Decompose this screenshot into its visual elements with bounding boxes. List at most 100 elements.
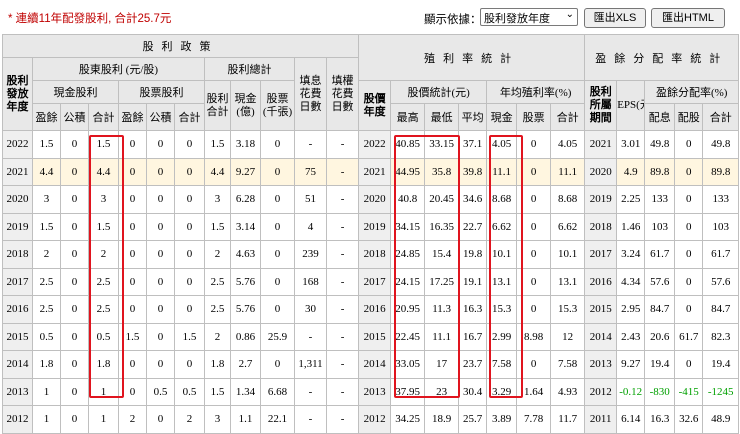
table-cell: 2013: [584, 350, 618, 379]
table-cell: 0: [118, 267, 147, 296]
table-row: 2021 4.4 0 4.4 0 0 0 4.4 9.27 0 75-2021 44.95 35.8 39…: [2, 157, 740, 186]
table-cell: 84.7: [702, 295, 740, 324]
table-cell: 2.5: [32, 267, 61, 296]
header-payout-cash: 配息: [644, 103, 676, 131]
table-cell: 0: [174, 157, 205, 186]
table-cell: 4: [294, 212, 327, 241]
header-avg: 平均: [458, 103, 488, 131]
table-cell: 2.95: [616, 295, 646, 324]
table-cell: 2: [32, 240, 61, 269]
table-cell: 1.5: [174, 322, 205, 351]
table-cell: 103: [644, 212, 676, 241]
table-cell: 239: [294, 240, 327, 269]
table-cell: 0: [146, 130, 175, 159]
table-cell: 4.9: [616, 157, 646, 186]
table-cell: 0: [146, 322, 175, 351]
table-cell: 22.45: [390, 322, 426, 351]
table-cell: -: [325, 240, 360, 269]
table-cell: 0: [60, 267, 89, 296]
table-cell: 0.5: [146, 377, 175, 406]
table-row: 2017 2.5 0 2.5 0 0 0 2.5 5.76 0 168-2017 24.15 17.25…: [2, 267, 740, 296]
table-cell: 2019: [584, 185, 618, 214]
table-cell: 0: [260, 240, 295, 269]
table-cell: -: [325, 130, 360, 159]
table-cell: 2016: [584, 267, 618, 296]
table-cell: 15.4: [424, 240, 460, 269]
table-cell: 2017: [358, 267, 392, 296]
table-cell: 2012: [358, 405, 392, 434]
table-cell: 2: [204, 240, 231, 269]
header-yield-cash: 現金: [486, 103, 518, 131]
table-cell: 25.9: [260, 322, 295, 351]
table-cell: -1245: [702, 377, 740, 406]
table-cell: 34.25: [390, 405, 426, 434]
table-cell: 0: [516, 157, 552, 186]
table-cell: 0: [146, 267, 175, 296]
table-cell: 51: [294, 185, 327, 214]
table-cell: 2014: [584, 322, 618, 351]
table-cell: 2020: [584, 157, 618, 186]
table-cell: 19.1: [458, 267, 488, 296]
table-cell: 0: [174, 295, 205, 324]
header-yield-subtotal: 合計: [550, 103, 586, 131]
table-cell: 30: [294, 295, 327, 324]
table-cell: 11.1: [486, 157, 518, 186]
table-cell: 0: [674, 185, 704, 214]
table-cell: 3.89: [486, 405, 518, 434]
export-html-button[interactable]: 匯出HTML: [651, 8, 725, 28]
table-cell: 8.68: [486, 185, 518, 214]
table-cell: 2021: [2, 157, 33, 186]
table-cell: 49.8: [644, 130, 676, 159]
header-yield-stats: 殖利率統計: [358, 34, 586, 81]
table-cell: 6.62: [486, 212, 518, 241]
table-cell: 35.8: [424, 157, 460, 186]
table-cell: 0: [174, 130, 205, 159]
table-cell: 2018: [358, 240, 392, 269]
dividend-table: 股利政策 殖利率統計 盈餘分配率統計 股利發放年度 股東股利 (元/股) 股利總…: [1, 34, 740, 434]
header-stock-k: 股票(千張): [260, 80, 295, 131]
table-cell: -: [294, 405, 327, 434]
table-cell: 61.7: [674, 322, 704, 351]
table-cell: 1.5: [204, 212, 231, 241]
table-cell: 1: [32, 377, 61, 406]
table-cell: 4.4: [88, 157, 119, 186]
header-payout-subtotal: 合計: [702, 103, 740, 131]
table-cell: 0: [674, 295, 704, 324]
table-cell: 0: [60, 212, 89, 241]
table-cell: 18.9: [424, 405, 460, 434]
table-cell: 15.3: [486, 295, 518, 324]
table-cell: 12: [550, 322, 586, 351]
table-cell: 103: [702, 212, 740, 241]
table-cell: 0: [260, 350, 295, 379]
table-cell: 1: [88, 377, 119, 406]
table-cell: 13.1: [486, 267, 518, 296]
table-row: 2019 1.5 0 1.5 0 0 0 1.5 3.14 0 4-2019 34.15 16.35 22…: [2, 212, 740, 241]
table-cell: 2016: [2, 295, 33, 324]
table-cell: 0: [146, 350, 175, 379]
table-cell: 2017: [2, 267, 33, 296]
table-cell: 1: [88, 405, 119, 434]
table-cell: 16.3: [644, 405, 676, 434]
header-shareholder-dividend: 股東股利 (元/股): [32, 57, 205, 81]
table-cell: 1.5: [32, 130, 61, 159]
table-cell: 2020: [2, 185, 33, 214]
table-cell: 84.7: [644, 295, 676, 324]
table-cell: 49.8: [702, 130, 740, 159]
table-cell: 1.1: [230, 405, 261, 434]
table-row: 2012 1 0 1 2 0 2 3 1.1 22.1- -2012 34.25 18.9 25.7 3.8…: [2, 405, 740, 434]
header-fill-days: 填息花費日數: [294, 57, 327, 131]
table-cell: 0: [146, 405, 175, 434]
table-cell: 0: [118, 185, 147, 214]
table-cell: 5.76: [230, 267, 261, 296]
sort-select[interactable]: 股利發放年度 ⌄: [480, 8, 578, 26]
table-cell: 2014: [2, 350, 33, 379]
table-cell: -0.12: [616, 377, 646, 406]
table-cell: 1.8: [88, 350, 119, 379]
header-high: 最高: [390, 103, 426, 131]
table-cell: 3: [204, 405, 231, 434]
table-cell: 2021: [584, 130, 618, 159]
header-payout-ratio: 盈餘分配率(%): [644, 80, 740, 104]
export-xls-button[interactable]: 匯出XLS: [584, 8, 646, 28]
table-row: 2015 0.5 0 0.5 1.5 0 1.5 2 0.86 25.9- -2015 22.45 11…: [2, 322, 740, 351]
table-cell: 1,311: [294, 350, 327, 379]
